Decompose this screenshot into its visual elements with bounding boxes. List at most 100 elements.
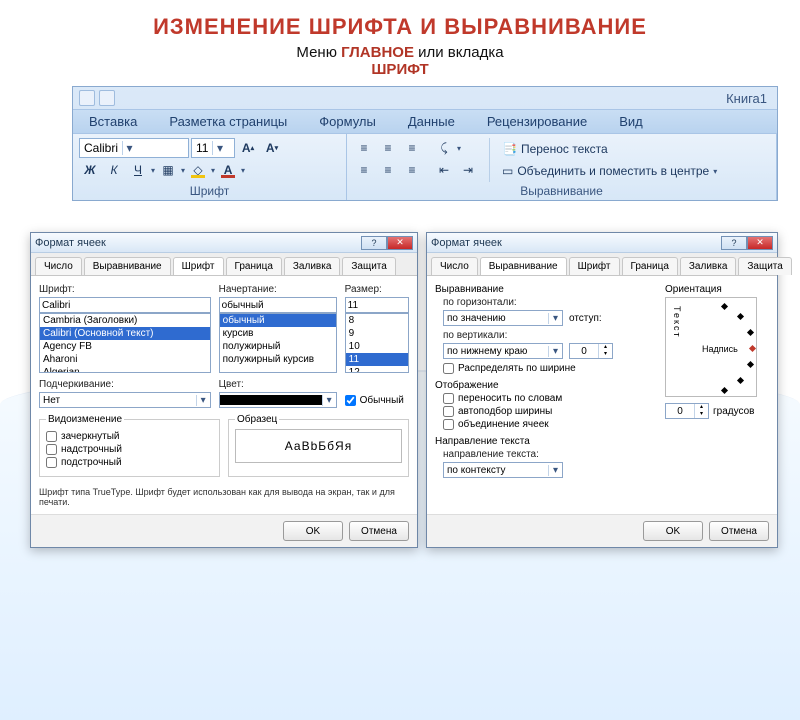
list-item[interactable]: 8: [346, 314, 408, 327]
align-top-icon[interactable]: ≡: [353, 138, 375, 158]
superscript-checkbox[interactable]: надстрочный: [46, 444, 213, 455]
group-font-caption: Шрифт: [79, 182, 340, 198]
help-icon[interactable]: ?: [361, 236, 387, 250]
close-icon[interactable]: ✕: [747, 236, 773, 250]
list-item[interactable]: Agency FB: [40, 340, 210, 353]
dialog-tabs: Число Выравнивание Шрифт Граница Заливка…: [427, 253, 777, 276]
font-name-combo[interactable]: Calibri▾: [79, 138, 189, 158]
list-item[interactable]: полужирный курсив: [220, 353, 336, 366]
shrink-font-icon[interactable]: A▾: [261, 138, 283, 158]
size-list[interactable]: 8 9 10 11 12 14: [345, 313, 409, 373]
sample-legend: Образец: [235, 414, 279, 425]
list-item[interactable]: Cambria (Заголовки): [40, 314, 210, 327]
tab-number[interactable]: Число: [431, 257, 478, 275]
underline-icon[interactable]: Ч: [127, 160, 149, 180]
ok-button[interactable]: OK: [283, 521, 343, 541]
grow-font-icon[interactable]: A▴: [237, 138, 259, 158]
tab-formulas[interactable]: Формулы: [303, 110, 392, 133]
dialog-tabs: Число Выравнивание Шрифт Граница Заливка…: [31, 253, 417, 276]
list-item[interactable]: 9: [346, 327, 408, 340]
align-left-icon[interactable]: ≡: [353, 160, 375, 180]
wrap-text-button[interactable]: 📑Перенос текста: [496, 138, 723, 160]
strikethrough-checkbox[interactable]: зачеркнутый: [46, 431, 213, 442]
list-item[interactable]: 10: [346, 340, 408, 353]
merge-center-button[interactable]: ▭Объединить и поместить в центре ▾: [496, 160, 723, 182]
tab-insert[interactable]: Вставка: [73, 110, 153, 133]
style-input[interactable]: [219, 297, 337, 313]
increase-indent-icon[interactable]: ⇥: [457, 160, 479, 180]
list-item[interactable]: 12: [346, 366, 408, 373]
size-input[interactable]: [345, 297, 409, 313]
border-icon[interactable]: ▦: [157, 160, 179, 180]
list-item[interactable]: 11: [346, 353, 408, 366]
tab-protection[interactable]: Защита: [342, 257, 395, 275]
list-item[interactable]: курсив: [220, 327, 336, 340]
tab-fill[interactable]: Заливка: [284, 257, 341, 275]
wrap-words-checkbox[interactable]: переносить по словам: [443, 393, 657, 404]
normal-font-checkbox[interactable]: Обычный: [345, 395, 404, 406]
qat-dropdown[interactable]: [99, 90, 115, 106]
list-item[interactable]: Aharoni: [40, 353, 210, 366]
tab-protection[interactable]: Защита: [738, 257, 791, 275]
close-icon[interactable]: ✕: [387, 236, 413, 250]
group-align-caption: Выравнивание: [353, 182, 770, 198]
decrease-indent-icon[interactable]: ⇤: [433, 160, 455, 180]
help-icon[interactable]: ?: [721, 236, 747, 250]
orientation-icon[interactable]: ⤹: [433, 138, 455, 158]
fill-color-icon[interactable]: ◇: [187, 160, 209, 180]
degrees-spin[interactable]: ▴▾: [665, 403, 709, 419]
indent-spin[interactable]: ▴▾: [569, 343, 613, 359]
list-item[interactable]: Algerian: [40, 366, 210, 373]
sample-preview: АаВbБбЯя: [235, 429, 402, 463]
align-right-icon[interactable]: ≡: [401, 160, 423, 180]
ok-button[interactable]: OK: [643, 521, 703, 541]
font-size-combo[interactable]: 11▾: [191, 138, 235, 158]
bold-icon[interactable]: Ж: [79, 160, 101, 180]
italic-icon[interactable]: К: [103, 160, 125, 180]
shrink-fit-checkbox[interactable]: автоподбор ширины: [443, 406, 657, 417]
tab-border[interactable]: Граница: [226, 257, 282, 275]
truetype-note: Шрифт типа TrueType. Шрифт будет использ…: [39, 487, 409, 507]
color-combo[interactable]: ▾: [219, 392, 337, 408]
merge-icon: ▭: [502, 164, 513, 178]
tab-data[interactable]: Данные: [392, 110, 471, 133]
tab-border[interactable]: Граница: [622, 257, 678, 275]
qat-icon[interactable]: [79, 90, 95, 106]
subscript-checkbox[interactable]: подстрочный: [46, 457, 213, 468]
justify-distribute-checkbox[interactable]: Распределять по ширине: [443, 363, 657, 374]
tab-alignment[interactable]: Выравнивание: [480, 257, 567, 275]
list-item[interactable]: Calibri (Основной текст): [40, 327, 210, 340]
size-label: Размер:: [345, 284, 409, 295]
list-item[interactable]: обычный: [220, 314, 336, 327]
list-item[interactable]: полужирный: [220, 340, 336, 353]
merge-cells-checkbox[interactable]: объединение ячеек: [443, 419, 657, 430]
tab-font[interactable]: Шрифт: [569, 257, 620, 275]
font-label: Шрифт:: [39, 284, 211, 295]
tab-number[interactable]: Число: [35, 257, 82, 275]
cancel-button[interactable]: Отмена: [349, 521, 409, 541]
font-list[interactable]: Cambria (Заголовки) Calibri (Основной те…: [39, 313, 211, 373]
underline-combo[interactable]: Нет▾: [39, 392, 211, 408]
font-input[interactable]: [39, 297, 211, 313]
orientation-dial[interactable]: Текст Надпись: [665, 297, 757, 397]
tab-review[interactable]: Рецензирование: [471, 110, 603, 133]
tab-fill[interactable]: Заливка: [680, 257, 737, 275]
underline-label: Подчеркивание:: [39, 379, 211, 390]
align-middle-icon[interactable]: ≡: [377, 138, 399, 158]
horiz-combo[interactable]: по значению▾: [443, 310, 563, 326]
vert-combo[interactable]: по нижнему краю▾: [443, 343, 563, 359]
font-color-icon[interactable]: A: [217, 160, 239, 180]
align-center-icon[interactable]: ≡: [377, 160, 399, 180]
tab-view[interactable]: Вид: [603, 110, 659, 133]
textdir-combo[interactable]: по контексту▾: [443, 462, 563, 478]
display-group-label: Отображение: [435, 380, 657, 391]
style-list[interactable]: обычный курсив полужирный полужирный кур…: [219, 313, 337, 373]
color-label: Цвет:: [219, 379, 337, 390]
align-bottom-icon[interactable]: ≡: [401, 138, 423, 158]
tab-font[interactable]: Шрифт: [173, 257, 224, 275]
cancel-button[interactable]: Отмена: [709, 521, 769, 541]
vert-label: по вертикали:: [443, 330, 563, 341]
tab-alignment[interactable]: Выравнивание: [84, 257, 171, 275]
tab-pagelayout[interactable]: Разметка страницы: [153, 110, 303, 133]
textdir-group-label: Направление текста: [435, 436, 657, 447]
